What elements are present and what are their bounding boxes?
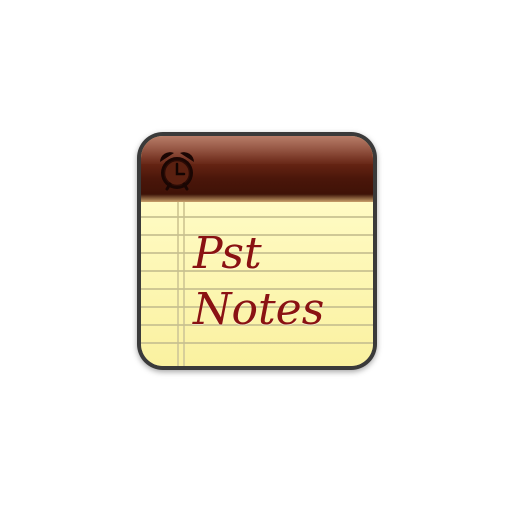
notepad-header [141,136,373,202]
ruled-line [141,342,373,344]
pst-notes-app-icon[interactable]: Pst Notes [137,132,377,370]
alarm-clock-icon [160,152,194,191]
app-title-line-2: Notes [193,284,325,335]
ruled-line [141,216,373,218]
header-lip [141,194,373,202]
app-title-line-1: Pst [193,228,262,279]
icon-face: Pst Notes [141,136,373,366]
